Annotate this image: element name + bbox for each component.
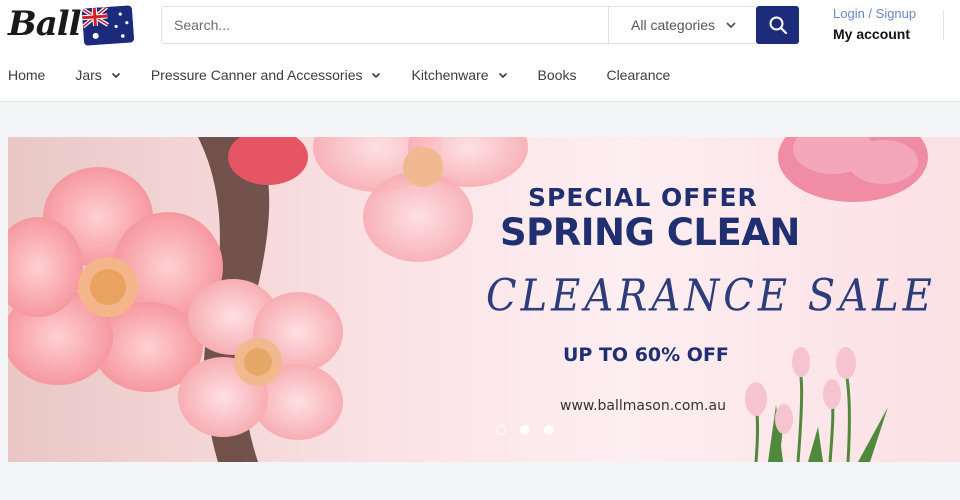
nav-item-label: Books bbox=[537, 67, 577, 83]
category-select-label: All categories bbox=[631, 17, 716, 33]
nav-item-label: Pressure Canner and Accessories bbox=[150, 67, 363, 83]
account-area: Login / Signup My account bbox=[833, 6, 916, 42]
banner-discount: UP TO 60% OFF bbox=[563, 344, 729, 366]
hero-banner[interactable]: SPECIAL OFFER SPRING CLEAN CLEARANCE SAL… bbox=[8, 137, 960, 462]
my-account-link[interactable]: My account bbox=[833, 26, 916, 42]
carousel-dot-1[interactable] bbox=[496, 425, 506, 435]
nav-item-clearance[interactable]: Clearance bbox=[606, 67, 670, 83]
main-nav: Home Jars Pressure Canner and Accessorie… bbox=[8, 62, 700, 88]
site-header: Ball Search... All categories Login / Si… bbox=[0, 0, 960, 102]
nav-item-pressure-canner[interactable]: Pressure Canner and Accessories bbox=[151, 67, 382, 83]
banner-special-offer: SPECIAL OFFER bbox=[528, 183, 758, 212]
search-icon bbox=[769, 16, 787, 35]
nav-item-home[interactable]: Home bbox=[8, 67, 45, 83]
chevron-down-icon bbox=[726, 22, 736, 29]
nav-item-jars[interactable]: Jars bbox=[75, 67, 120, 83]
nav-item-label: Clearance bbox=[606, 67, 671, 83]
banner-url: www.ballmason.com.au bbox=[560, 398, 726, 414]
carousel-dots bbox=[496, 425, 554, 435]
carousel-dot-2[interactable] bbox=[520, 425, 530, 435]
nav-item-label: Kitchenware bbox=[411, 67, 489, 83]
login-signup-link[interactable]: Login / Signup bbox=[833, 6, 916, 21]
chevron-down-icon bbox=[498, 72, 507, 79]
nav-item-books[interactable]: Books bbox=[538, 67, 577, 83]
banner-clearance-sale: CLEARANCE SALE bbox=[486, 270, 936, 322]
category-select[interactable]: All categories bbox=[608, 7, 758, 43]
search-bar: All categories bbox=[161, 6, 758, 44]
brand-logo[interactable]: Ball bbox=[8, 4, 135, 46]
carousel-dot-3[interactable] bbox=[544, 425, 554, 435]
nav-item-label: Home bbox=[8, 67, 46, 83]
banner-spring-clean: SPRING CLEAN bbox=[500, 211, 800, 254]
australia-flag-icon bbox=[81, 5, 135, 46]
header-divider bbox=[943, 10, 944, 40]
search-input[interactable] bbox=[162, 7, 608, 43]
nav-item-kitchenware[interactable]: Kitchenware bbox=[411, 67, 507, 83]
chevron-down-icon bbox=[111, 72, 120, 79]
nav-item-label: Jars bbox=[75, 67, 102, 83]
chevron-down-icon bbox=[372, 72, 381, 79]
search-button[interactable] bbox=[756, 6, 799, 44]
logo-text: Ball bbox=[8, 4, 82, 44]
